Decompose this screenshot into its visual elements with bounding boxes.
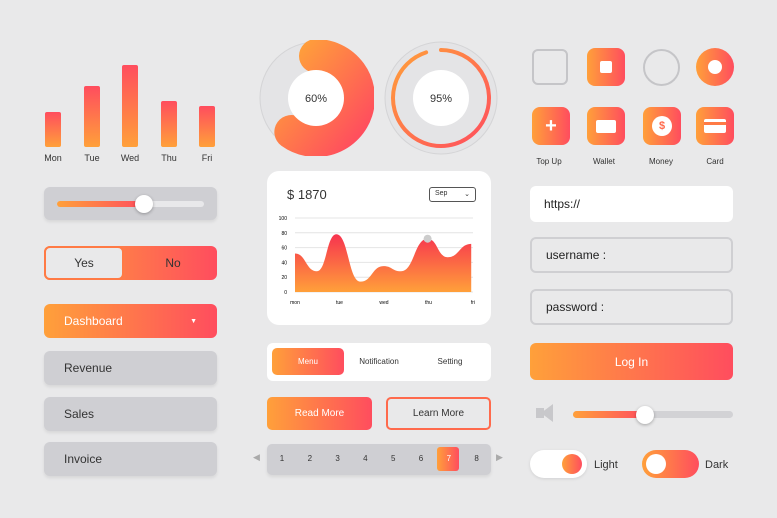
day-label: Mon [44,153,62,163]
bar-thu [161,101,177,147]
amount: $ 1870 [287,187,327,202]
donut-95: 95% [384,41,498,155]
square-icon [600,61,612,73]
wallet-icon [596,119,616,133]
checkbox-empty[interactable] [532,49,568,85]
day-label: Tue [84,153,100,163]
url-input[interactable]: https:// [530,186,733,222]
day-label: Wed [120,153,140,163]
y-tick-label: 60 [281,246,287,252]
icon-label: Money [648,157,673,166]
slider-thumb[interactable] [135,195,153,213]
month-select[interactable]: Sep ⌄ [429,187,476,202]
area-chart: 0 20 40 60 80 100 mon tue wed thu fri [279,216,475,306]
tab-setting[interactable]: Setting [420,348,480,375]
volume-fill [573,411,645,418]
day-label: Thu [161,153,177,163]
x-tick-label: wed [379,300,388,306]
login-button[interactable]: Log In [530,343,733,380]
bar-fri [199,106,215,147]
donut-60-label: 60% [305,93,327,105]
menu-item-invoice[interactable]: Invoice [44,442,217,476]
x-tick-label: mon [290,300,300,306]
icon-label: Wallet [593,157,615,166]
hover-point[interactable] [423,234,432,243]
page-7[interactable]: 7 [442,454,456,463]
prev-page-icon[interactable]: ◀ [253,452,260,463]
month-value: Sep [435,190,448,197]
yes-button[interactable]: Yes [44,246,124,280]
icon-label: Card [706,157,724,166]
volume-thumb[interactable] [636,406,654,424]
x-tick-label: fri [471,300,475,306]
light-toggle[interactable] [530,450,587,478]
icon-label: Top Up [536,157,562,166]
plus-icon: + [545,114,557,137]
chevron-down-icon: ⌄ [464,191,470,198]
page-2[interactable]: 2 [303,454,317,463]
radio-empty[interactable] [643,49,680,86]
donut-60: 60% [259,40,374,156]
y-tick-label: 20 [281,275,287,281]
no-button[interactable]: No [140,246,206,280]
page-6[interactable]: 6 [414,454,428,463]
page-8[interactable]: 8 [470,454,484,463]
username-input[interactable]: username : [530,237,733,273]
password-input[interactable]: password : [530,289,733,325]
money-button[interactable]: $ [643,107,681,145]
top-up-button[interactable]: + [532,107,570,145]
slider-fill [57,201,145,207]
y-tick-label: 40 [281,260,287,266]
radio-selected[interactable] [696,48,734,86]
donut-95-label: 95% [430,93,452,105]
speaker-cone [541,404,553,422]
menu-item-sales[interactable]: Sales [44,397,217,431]
y-tick-label: 0 [284,290,287,296]
page-1[interactable]: 1 [275,454,289,463]
next-page-icon[interactable]: ▶ [496,452,503,463]
bar-wed [122,65,138,147]
dashboard-dropdown[interactable]: Dashboard ▼ [44,304,217,338]
menu-item-revenue[interactable]: Revenue [44,351,217,385]
day-label: Fri [201,153,213,163]
x-tick-label: thu [425,300,432,306]
credit-card-icon [704,119,726,133]
page-3[interactable]: 3 [331,454,345,463]
y-tick-label: 80 [281,231,287,237]
dark-label: Dark [705,459,729,471]
y-tick-label: 100 [279,216,288,222]
light-label: Light [594,459,618,471]
tab-menu[interactable]: Menu [272,348,344,375]
bar-mon [45,112,61,147]
tab-notification[interactable]: Notification [348,348,410,375]
dark-toggle[interactable] [642,450,699,478]
caret-down-icon: ▼ [190,317,197,325]
bar-tue [84,86,100,147]
wallet-button[interactable] [587,107,625,145]
read-more-button[interactable]: Read More [267,397,372,430]
area-series [295,234,472,292]
page-5[interactable]: 5 [386,454,400,463]
learn-more-button[interactable]: Learn More [386,397,491,430]
checkbox-checked[interactable] [587,48,625,86]
x-tick-label: tue [336,300,343,306]
dollar-icon: $ [652,116,672,136]
dashboard-label: Dashboard [64,314,123,328]
page-4[interactable]: 4 [358,454,372,463]
card-button[interactable] [696,107,734,145]
